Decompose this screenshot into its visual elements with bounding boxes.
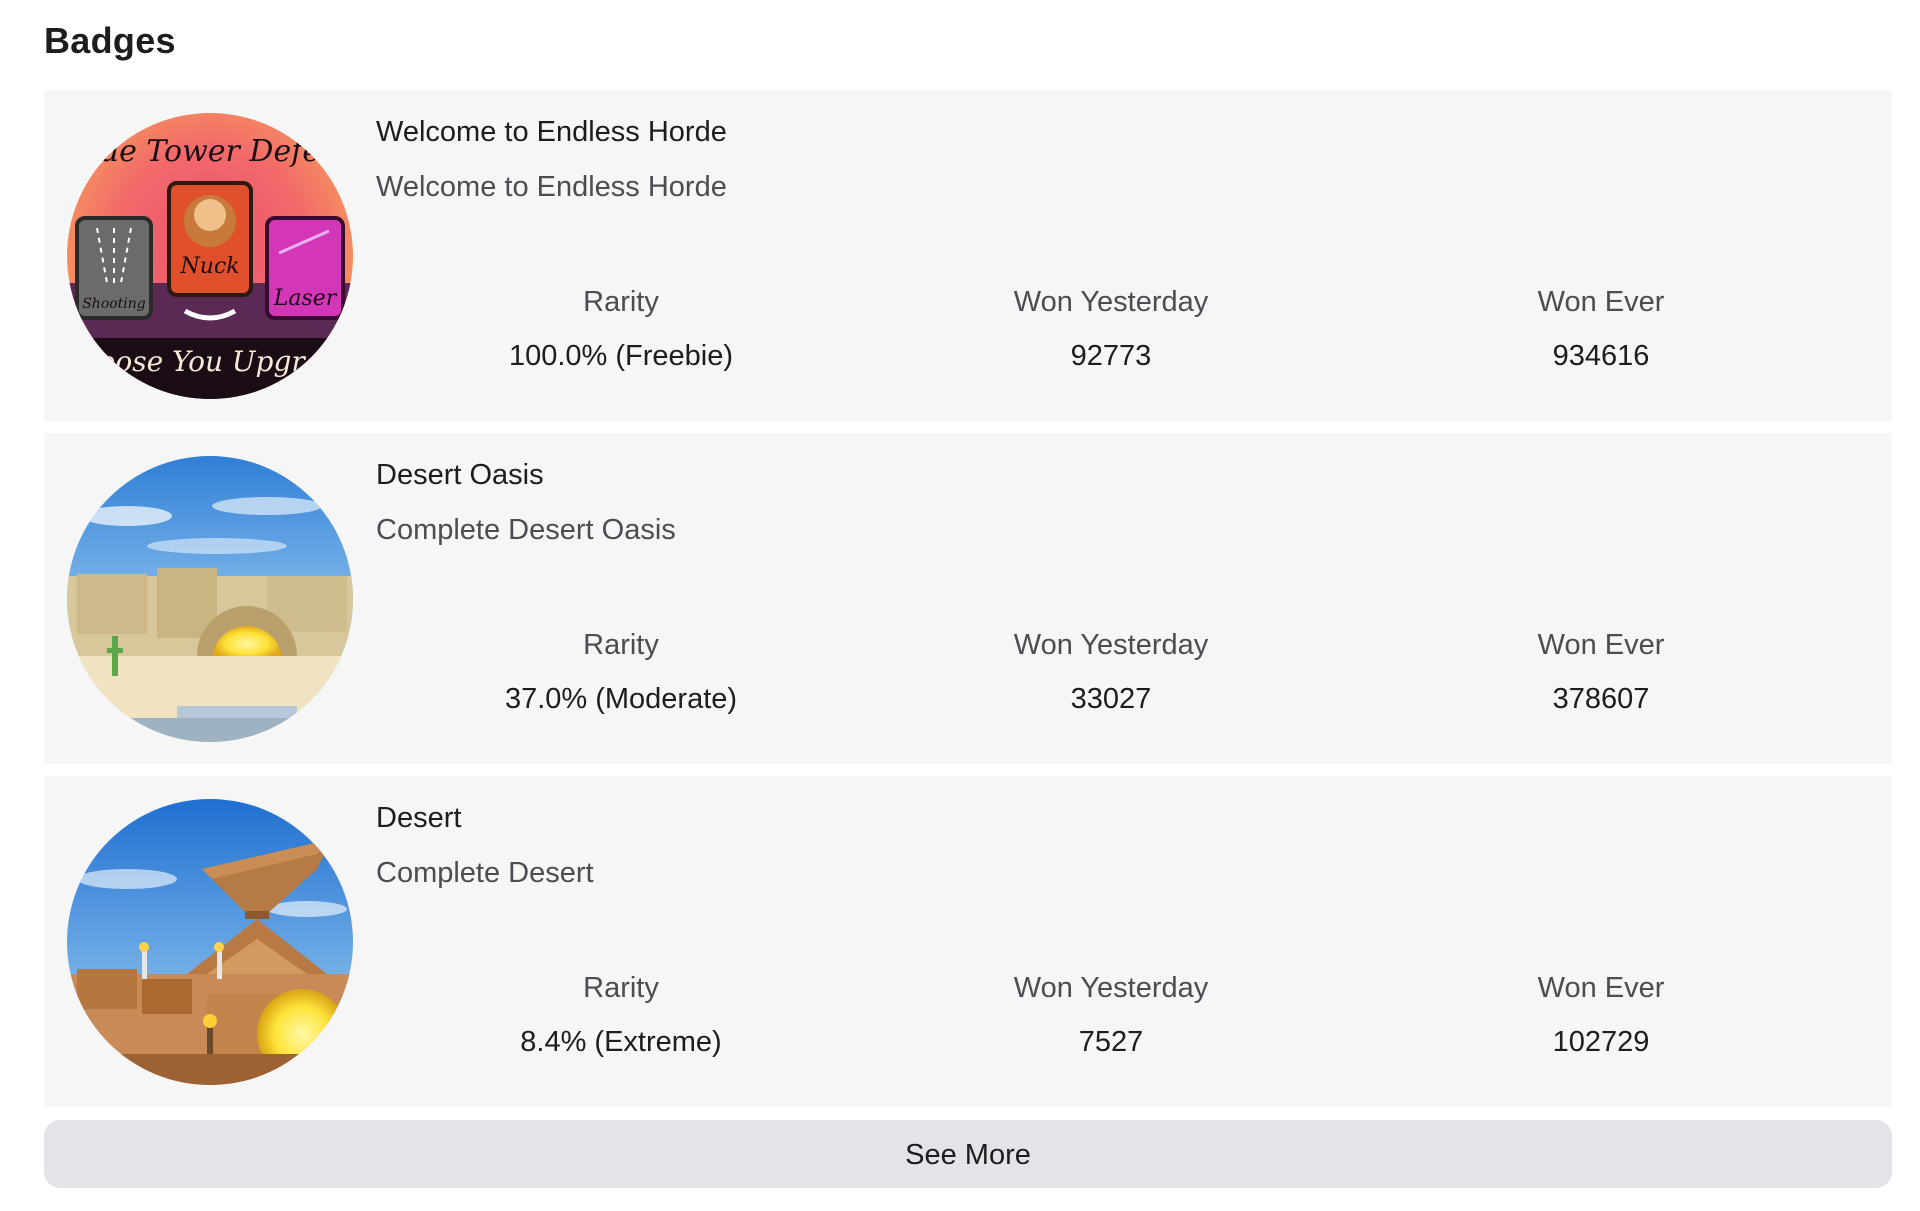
see-more-button[interactable]: See More (44, 1120, 1892, 1188)
svg-text:oose You Upgra: oose You Upgra (99, 345, 322, 378)
stat-won-ever: Won Ever 102729 (1356, 968, 1846, 1062)
stat-value: 92773 (1070, 340, 1152, 372)
badge-description: Welcome to Endless Horde (376, 171, 727, 203)
stat-won-ever: Won Ever 934616 (1356, 282, 1846, 376)
stat-value: 102729 (1552, 1026, 1650, 1058)
stat-value: 8.4% (Extreme) (520, 1026, 722, 1058)
svg-text:Shooting: Shooting (82, 296, 146, 312)
stat-won-yesterday: Won Yesterday 7527 (866, 968, 1356, 1062)
stat-won-ever: Won Ever 378607 (1356, 625, 1846, 719)
svg-text:Nuck: Nuck (179, 254, 239, 279)
stat-label: Won Yesterday (1013, 972, 1209, 1004)
badge-description: Complete Desert Oasis (376, 514, 676, 546)
badge-card[interactable]: gue Tower Defen Nuck Laser Shooting oose… (44, 90, 1892, 421)
stat-rarity: Rarity 8.4% (Extreme) (376, 968, 866, 1062)
stat-label: Won Ever (1537, 286, 1665, 318)
stat-label: Won Yesterday (1013, 629, 1209, 661)
badge-description: Complete Desert (376, 857, 594, 889)
stat-label: Won Ever (1537, 629, 1665, 661)
badge-list: gue Tower Defen Nuck Laser Shooting oose… (44, 90, 1892, 1119)
stat-value: 378607 (1552, 683, 1650, 715)
badge-name[interactable]: Welcome to Endless Horde (376, 116, 727, 149)
badge-desert-icon[interactable] (67, 799, 353, 1085)
badge-card[interactable]: Desert Complete Desert Rarity 8.4% (Extr… (44, 776, 1892, 1107)
badge-desert-oasis-icon[interactable] (67, 456, 353, 742)
badge-stats: Rarity 100.0% (Freebie) Won Yesterday 92… (376, 282, 1846, 376)
stat-value: 33027 (1070, 683, 1152, 715)
stat-rarity: Rarity 100.0% (Freebie) (376, 282, 866, 376)
stat-label: Rarity (583, 629, 659, 661)
stat-label: Won Yesterday (1013, 286, 1209, 318)
badge-card[interactable]: Desert Oasis Complete Desert Oasis Rarit… (44, 433, 1892, 764)
stat-value: 37.0% (Moderate) (504, 683, 738, 715)
stat-value: 100.0% (Freebie) (508, 340, 734, 372)
stat-won-yesterday: Won Yesterday 92773 (866, 282, 1356, 376)
badge-stats: Rarity 8.4% (Extreme) Won Yesterday 7527… (376, 968, 1846, 1062)
svg-text:Laser: Laser (273, 286, 338, 311)
badge-stats: Rarity 37.0% (Moderate) Won Yesterday 33… (376, 625, 1846, 719)
section-title: Badges (44, 20, 176, 61)
stat-label: Rarity (583, 972, 659, 1004)
stat-won-yesterday: Won Yesterday 33027 (866, 625, 1356, 719)
stat-value: 7527 (1078, 1026, 1144, 1058)
stat-label: Rarity (583, 286, 659, 318)
stat-label: Won Ever (1537, 972, 1665, 1004)
badge-name[interactable]: Desert (376, 802, 461, 835)
stat-value: 934616 (1552, 340, 1650, 372)
svg-text:gue Tower Defen: gue Tower Defen (81, 134, 340, 169)
badge-tower-defense-icon[interactable]: gue Tower Defen Nuck Laser Shooting oose… (67, 113, 353, 399)
badge-name[interactable]: Desert Oasis (376, 459, 544, 492)
stat-rarity: Rarity 37.0% (Moderate) (376, 625, 866, 719)
